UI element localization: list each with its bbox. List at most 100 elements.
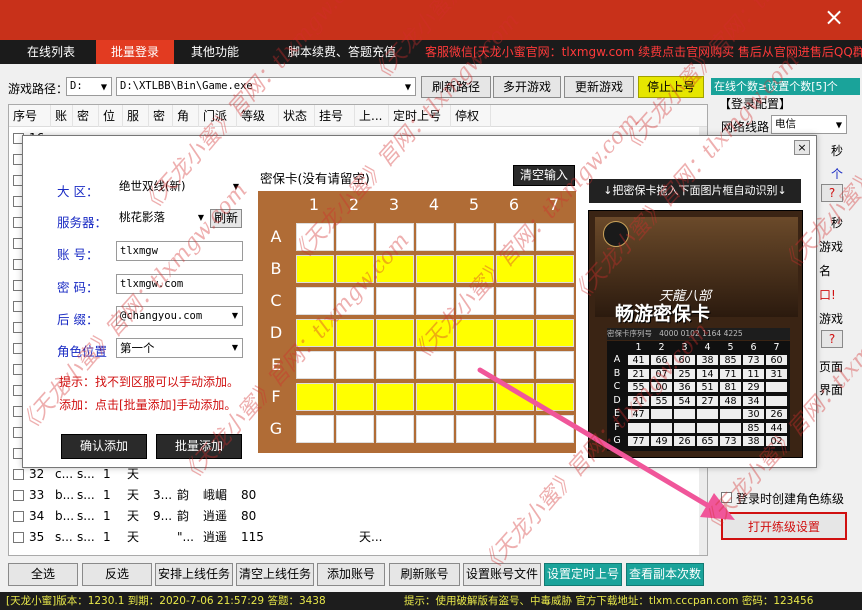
drive-select[interactable]: D: ▼ bbox=[66, 77, 112, 96]
col-header[interactable]: 角 bbox=[173, 105, 199, 127]
matrix-cell-input[interactable] bbox=[336, 351, 374, 379]
add-account-button[interactable]: 添加账号 bbox=[317, 563, 385, 586]
row-checkbox[interactable] bbox=[13, 511, 24, 522]
matrix-cell-input[interactable] bbox=[416, 319, 454, 347]
col-header[interactable]: 位 bbox=[99, 105, 123, 127]
clear-input-button[interactable]: 清空输入 bbox=[513, 165, 575, 186]
matrix-cell-input[interactable] bbox=[336, 383, 374, 411]
matrix-cell-input[interactable] bbox=[296, 255, 334, 283]
network-line-select[interactable]: 电信 ▼ bbox=[771, 115, 847, 134]
matrix-cell-input[interactable] bbox=[416, 415, 454, 443]
tab-batch-login[interactable]: 批量登录 bbox=[96, 40, 174, 64]
table-row[interactable]: 34 b... s... 1 天 9... 韵逍遥 80 bbox=[9, 506, 707, 527]
matrix-card-image-dropzone[interactable]: 天龍八部 畅游密保卡 密保卡序列号 4000 0102 1164 4225 12… bbox=[588, 210, 803, 458]
role-position-select[interactable]: 第一个 ▼ bbox=[116, 338, 243, 358]
matrix-cell-input[interactable] bbox=[336, 255, 374, 283]
stop-login-button[interactable]: 停止上号 bbox=[638, 76, 704, 98]
update-game-button[interactable]: 更新游戏 bbox=[564, 76, 634, 98]
matrix-cell-input[interactable] bbox=[456, 255, 494, 283]
matrix-cell-input[interactable] bbox=[456, 287, 494, 315]
matrix-cell-input[interactable] bbox=[496, 319, 534, 347]
password-input[interactable]: tlxmgw.com bbox=[116, 274, 243, 294]
set-timed-login-button[interactable]: 设置定时上号 bbox=[544, 563, 622, 586]
col-header[interactable]: 挂号 bbox=[315, 105, 355, 127]
matrix-cell-input[interactable] bbox=[296, 351, 334, 379]
matrix-cell-input[interactable] bbox=[296, 287, 334, 315]
matrix-cell-input[interactable] bbox=[536, 383, 574, 411]
schedule-task-button[interactable]: 安排上线任务 bbox=[155, 563, 233, 586]
col-header[interactable]: 等级 bbox=[237, 105, 279, 127]
matrix-cell-input[interactable] bbox=[376, 255, 414, 283]
table-row[interactable]: 35 s... s... 1 天 "... 逍遥 115 天... bbox=[9, 527, 707, 548]
col-header[interactable]: 门派 bbox=[199, 105, 237, 127]
matrix-cell-input[interactable] bbox=[376, 319, 414, 347]
matrix-cell-input[interactable] bbox=[496, 351, 534, 379]
matrix-cell-input[interactable] bbox=[416, 255, 454, 283]
server-select[interactable]: 桃花影落 ▼ bbox=[116, 208, 208, 228]
close-window-button[interactable]: × bbox=[806, 0, 862, 34]
matrix-cell-input[interactable] bbox=[536, 415, 574, 443]
help-button[interactable]: ? bbox=[821, 330, 843, 348]
matrix-cell-input[interactable] bbox=[536, 287, 574, 315]
matrix-cell-input[interactable] bbox=[536, 319, 574, 347]
matrix-cell-input[interactable] bbox=[336, 287, 374, 315]
matrix-cell-input[interactable] bbox=[416, 383, 454, 411]
row-checkbox[interactable] bbox=[13, 532, 24, 543]
suffix-select[interactable]: @changyou.com ▼ bbox=[116, 306, 243, 326]
matrix-cell-input[interactable] bbox=[496, 223, 534, 251]
col-header[interactable]: 上... bbox=[355, 105, 389, 127]
help-button[interactable]: ? bbox=[821, 184, 843, 202]
table-row[interactable]: 33 b... s... 1 天 3... 韵峨嵋 80 bbox=[9, 485, 707, 506]
col-header[interactable]: 停权 bbox=[451, 105, 491, 127]
matrix-cell-input[interactable] bbox=[376, 351, 414, 379]
col-header[interactable]: 账 bbox=[51, 105, 73, 127]
matrix-cell-input[interactable] bbox=[336, 415, 374, 443]
open-leveling-settings-button[interactable]: 打开练级设置 bbox=[721, 512, 847, 540]
matrix-cell-input[interactable] bbox=[296, 319, 334, 347]
matrix-cell-input[interactable] bbox=[296, 415, 334, 443]
row-checkbox[interactable] bbox=[13, 490, 24, 501]
matrix-cell-input[interactable] bbox=[376, 415, 414, 443]
refresh-path-button[interactable]: 刷新路径 bbox=[421, 76, 491, 98]
select-all-button[interactable]: 全选 bbox=[8, 563, 78, 586]
matrix-cell-input[interactable] bbox=[456, 223, 494, 251]
tab-renewal[interactable]: 脚本续费、答题充值 bbox=[262, 40, 422, 64]
dialog-close-button[interactable]: × bbox=[794, 140, 810, 155]
col-header[interactable]: 服 bbox=[123, 105, 149, 127]
confirm-add-button[interactable]: 确认添加 bbox=[61, 434, 147, 459]
batch-add-button[interactable]: 批量添加 bbox=[156, 434, 242, 459]
account-input[interactable]: tlxmgw bbox=[116, 241, 243, 261]
matrix-cell-input[interactable] bbox=[376, 383, 414, 411]
region-select[interactable]: 绝世双线(新) ▼ bbox=[116, 177, 243, 197]
refresh-account-button[interactable]: 刷新账号 bbox=[389, 563, 460, 586]
matrix-cell-input[interactable] bbox=[296, 383, 334, 411]
tab-online-list[interactable]: 在线列表 bbox=[12, 40, 90, 64]
matrix-cell-input[interactable] bbox=[456, 415, 494, 443]
matrix-cell-input[interactable] bbox=[376, 223, 414, 251]
col-header[interactable]: 序号 bbox=[9, 105, 51, 127]
matrix-cell-input[interactable] bbox=[456, 351, 494, 379]
set-account-file-button[interactable]: 设置账号文件 bbox=[463, 563, 541, 586]
col-header[interactable]: 密 bbox=[73, 105, 99, 127]
view-dungeon-count-button[interactable]: 查看副本次数 bbox=[626, 563, 704, 586]
matrix-cell-input[interactable] bbox=[416, 223, 454, 251]
matrix-cell-input[interactable] bbox=[456, 383, 494, 411]
refresh-server-button[interactable]: 刷新 bbox=[210, 209, 242, 228]
matrix-cell-input[interactable] bbox=[296, 223, 334, 251]
create-role-checkbox[interactable] bbox=[721, 492, 732, 503]
matrix-cell-input[interactable] bbox=[536, 255, 574, 283]
matrix-cell-input[interactable] bbox=[496, 287, 534, 315]
col-header[interactable]: 状态 bbox=[279, 105, 315, 127]
matrix-cell-input[interactable] bbox=[536, 223, 574, 251]
matrix-cell-input[interactable] bbox=[336, 223, 374, 251]
online-count-setting[interactable]: 在线个数≥设置个数[5]个 bbox=[711, 78, 860, 95]
matrix-cell-input[interactable] bbox=[536, 351, 574, 379]
game-path-select[interactable]: D:\XTLBB\Bin\Game.exe ▼ bbox=[116, 77, 416, 96]
col-header[interactable]: 密 bbox=[149, 105, 173, 127]
matrix-cell-input[interactable] bbox=[416, 287, 454, 315]
matrix-cell-input[interactable] bbox=[336, 319, 374, 347]
matrix-cell-input[interactable] bbox=[496, 383, 534, 411]
clear-task-button[interactable]: 清空上线任务 bbox=[236, 563, 314, 586]
matrix-cell-input[interactable] bbox=[376, 287, 414, 315]
multi-open-button[interactable]: 多开游戏 bbox=[493, 76, 561, 98]
